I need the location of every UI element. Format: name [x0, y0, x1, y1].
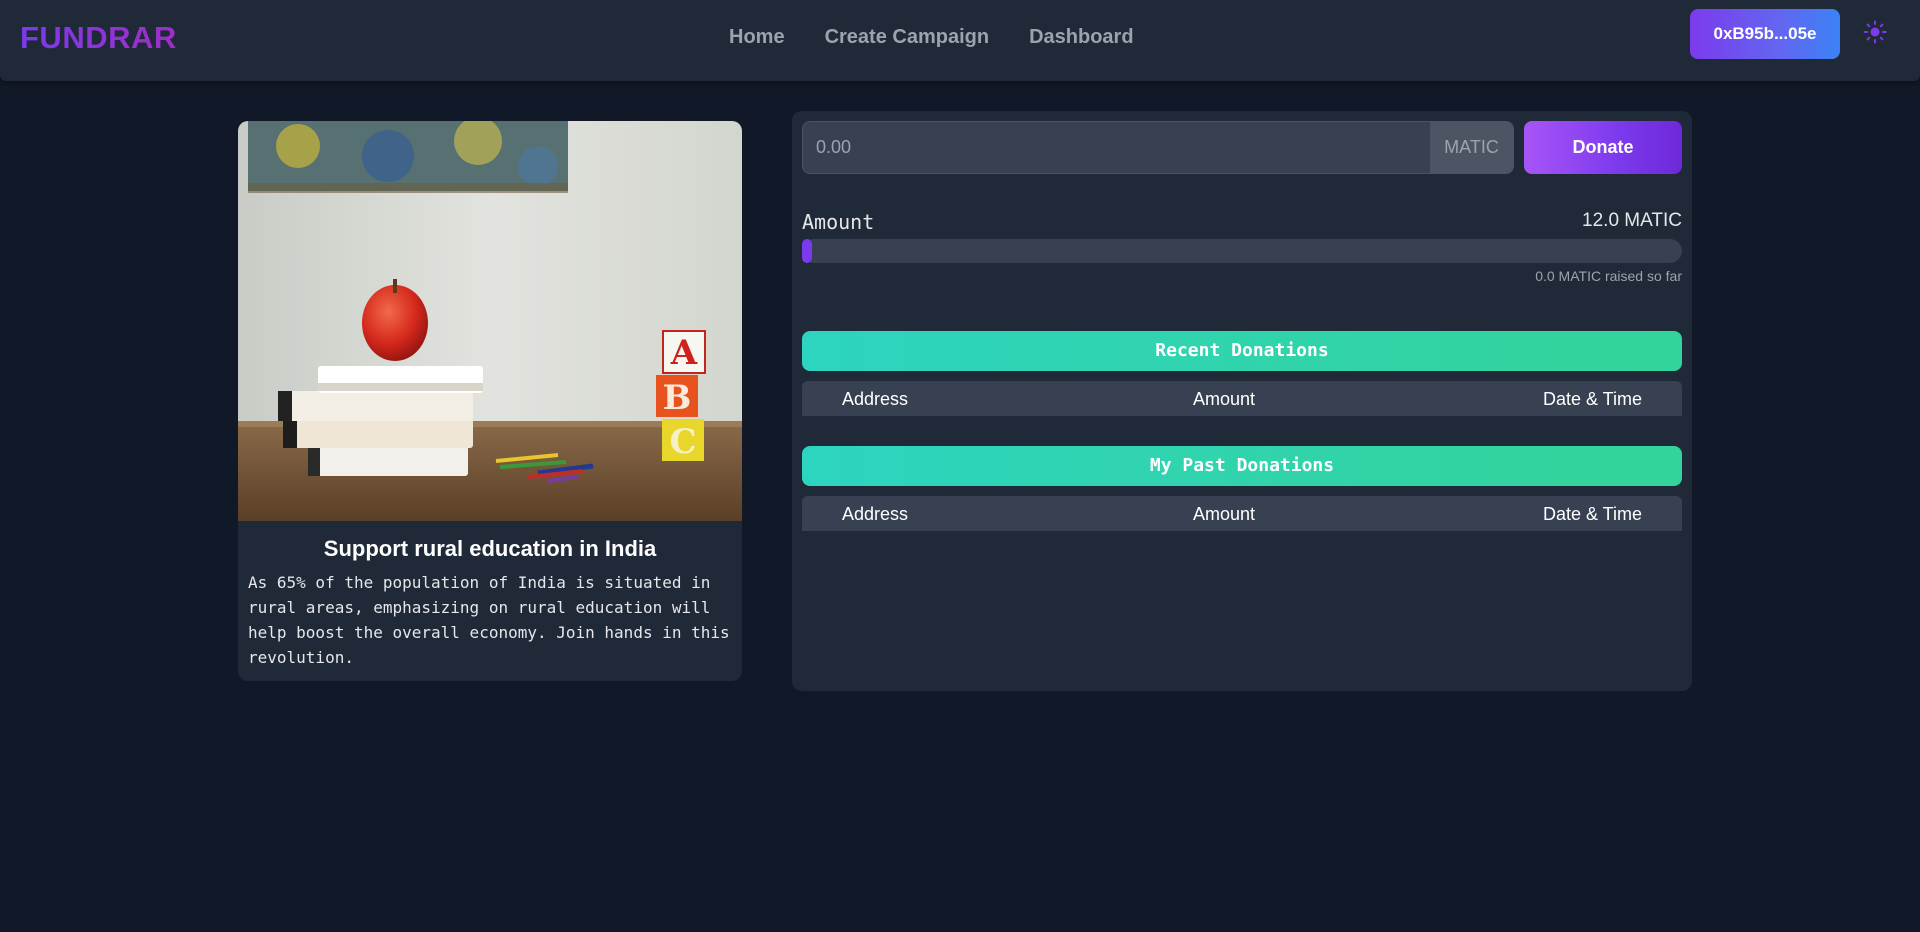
raised-amount-text: 0.0 MATIC raised so far	[1535, 268, 1682, 284]
donate-button[interactable]: Donate	[1524, 121, 1682, 174]
nav-create-campaign-link[interactable]: Create Campaign	[825, 26, 990, 49]
currency-label: MATIC	[1430, 122, 1513, 173]
campaign-image: A B C	[238, 121, 742, 521]
progress-bar	[802, 239, 1682, 263]
column-date-time: Date & Time	[1542, 504, 1642, 524]
donation-amount-input[interactable]	[803, 122, 1430, 173]
column-amount: Amount	[1193, 389, 1256, 409]
progress-fill	[802, 239, 812, 263]
nav-links: Home Create Campaign Dashboard	[729, 26, 1134, 49]
recent-donations-table-head: Address Amount Date & Time	[802, 381, 1682, 416]
column-address: Address	[842, 389, 909, 409]
past-donations-table-head: Address Amount Date & Time	[802, 496, 1682, 531]
svg-text:B: B	[663, 378, 692, 418]
nav-dashboard-link[interactable]: Dashboard	[1029, 26, 1133, 49]
column-date-time: Date & Time	[1542, 389, 1642, 409]
column-address: Address	[842, 504, 909, 524]
campaign-title: Support rural education in India	[323, 536, 657, 561]
column-amount: Amount	[1193, 504, 1256, 524]
navbar: FUNDRAR Home Create Campaign Dashboard 0…	[0, 0, 1920, 81]
nav-home-link[interactable]: Home	[729, 26, 785, 49]
past-donations-header: My Past Donations	[802, 446, 1682, 486]
campaign-description: As 65% of the population of India is sit…	[248, 573, 730, 667]
wallet-address-button[interactable]: 0xB95b...05e	[1690, 9, 1840, 59]
svg-text:A: A	[670, 333, 698, 373]
brand-logo[interactable]: FUNDRAR	[20, 20, 177, 56]
donate-panel: MATIC Donate Amount 12.0 MATIC 0.0 MATIC…	[792, 111, 1692, 691]
campaign-card: A B C Support rural education in India A…	[238, 121, 742, 681]
donation-amount-group: MATIC	[802, 121, 1514, 174]
goal-label: Amount	[802, 210, 875, 234]
sun-icon[interactable]	[1863, 20, 1887, 44]
svg-text:C: C	[669, 422, 696, 462]
goal-value: 12.0 MATIC	[1582, 210, 1682, 231]
recent-donations-header: Recent Donations	[802, 331, 1682, 371]
